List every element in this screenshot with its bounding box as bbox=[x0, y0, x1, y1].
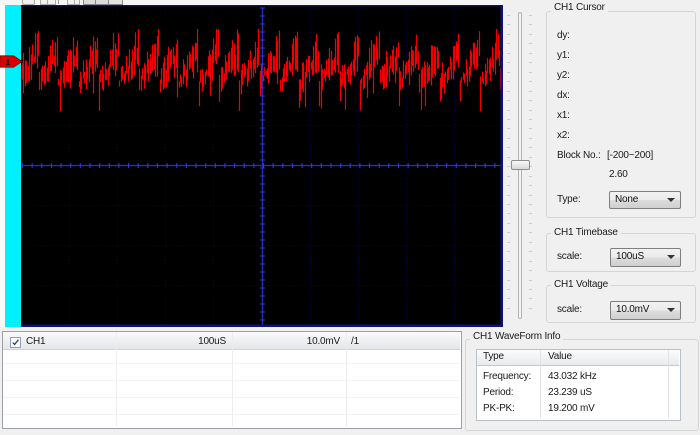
svg-text:1: 1 bbox=[6, 57, 11, 67]
